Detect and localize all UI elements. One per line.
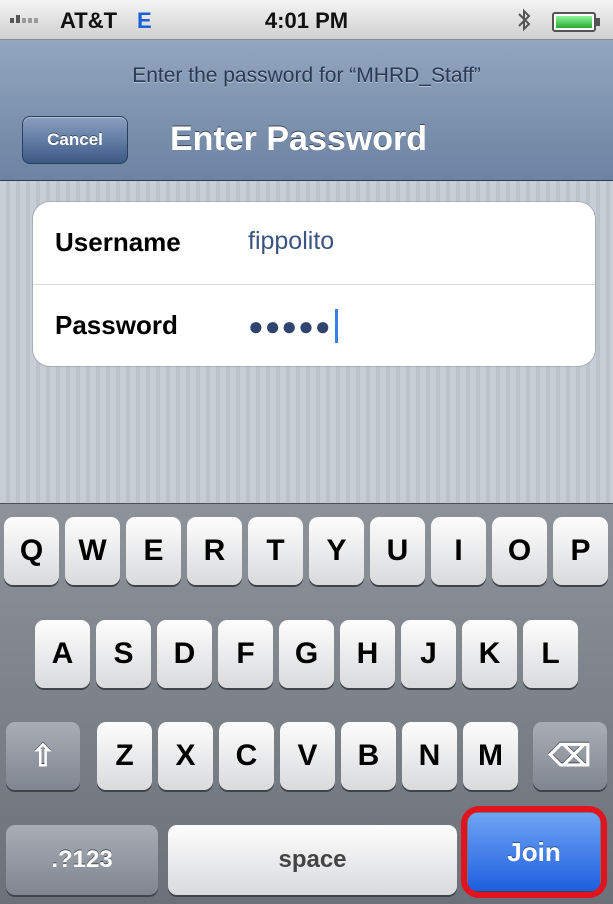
key-n[interactable]: N xyxy=(402,722,457,790)
key-v[interactable]: V xyxy=(280,722,335,790)
key-e[interactable]: E xyxy=(126,517,181,585)
key-u[interactable]: U xyxy=(370,517,425,585)
numbers-key[interactable]: .?123 xyxy=(6,825,158,895)
key-f[interactable]: F xyxy=(218,620,273,688)
key-o[interactable]: O xyxy=(492,517,547,585)
delete-key[interactable]: ⌫ xyxy=(533,722,607,790)
key-g[interactable]: G xyxy=(279,620,334,688)
password-label: Password xyxy=(55,310,178,340)
key-s[interactable]: S xyxy=(96,620,151,688)
key-t[interactable]: T xyxy=(248,517,303,585)
key-c[interactable]: C xyxy=(219,722,274,790)
status-bar: AT&T E 4:01 PM xyxy=(0,0,613,40)
join-button[interactable]: Join xyxy=(468,813,600,891)
username-row[interactable]: Username fippolito xyxy=(33,202,595,284)
key-r[interactable]: R xyxy=(187,517,242,585)
bluetooth-icon xyxy=(515,8,533,38)
credentials-group: Username fippolito Password ●●●●● xyxy=(32,201,596,367)
key-q[interactable]: Q xyxy=(4,517,59,585)
key-p[interactable]: P xyxy=(553,517,608,585)
key-x[interactable]: X xyxy=(158,722,213,790)
form-background: Username fippolito Password ●●●●● xyxy=(0,181,613,503)
shift-icon: ⇧ xyxy=(30,739,56,773)
key-w[interactable]: W xyxy=(65,517,120,585)
username-field[interactable]: fippolito xyxy=(248,227,334,256)
navigation-bar: Enter the password for “MHRD_Staff” Canc… xyxy=(0,40,613,181)
password-mask: ●●●●● xyxy=(248,310,332,341)
username-label: Username xyxy=(55,227,181,257)
key-i[interactable]: I xyxy=(431,517,486,585)
key-a[interactable]: A xyxy=(35,620,90,688)
key-h[interactable]: H xyxy=(340,620,395,688)
network-password-prompt: Enter the password for “MHRD_Staff” xyxy=(132,64,481,87)
password-row[interactable]: Password ●●●●● xyxy=(33,284,595,366)
battery-icon xyxy=(552,12,600,32)
key-l[interactable]: L xyxy=(523,620,578,688)
space-key[interactable]: space xyxy=(168,825,457,895)
password-field[interactable]: ●●●●● xyxy=(248,309,338,343)
page-title: Enter Password xyxy=(170,120,427,158)
key-j[interactable]: J xyxy=(401,620,456,688)
key-d[interactable]: D xyxy=(157,620,212,688)
cancel-button[interactable]: Cancel xyxy=(22,116,128,164)
key-k[interactable]: K xyxy=(462,620,517,688)
key-b[interactable]: B xyxy=(341,722,396,790)
key-z[interactable]: Z xyxy=(97,722,152,790)
key-m[interactable]: M xyxy=(463,722,518,790)
delete-icon: ⌫ xyxy=(548,739,592,773)
text-cursor xyxy=(334,309,338,343)
key-y[interactable]: Y xyxy=(309,517,364,585)
shift-key[interactable]: ⇧ xyxy=(6,722,80,790)
